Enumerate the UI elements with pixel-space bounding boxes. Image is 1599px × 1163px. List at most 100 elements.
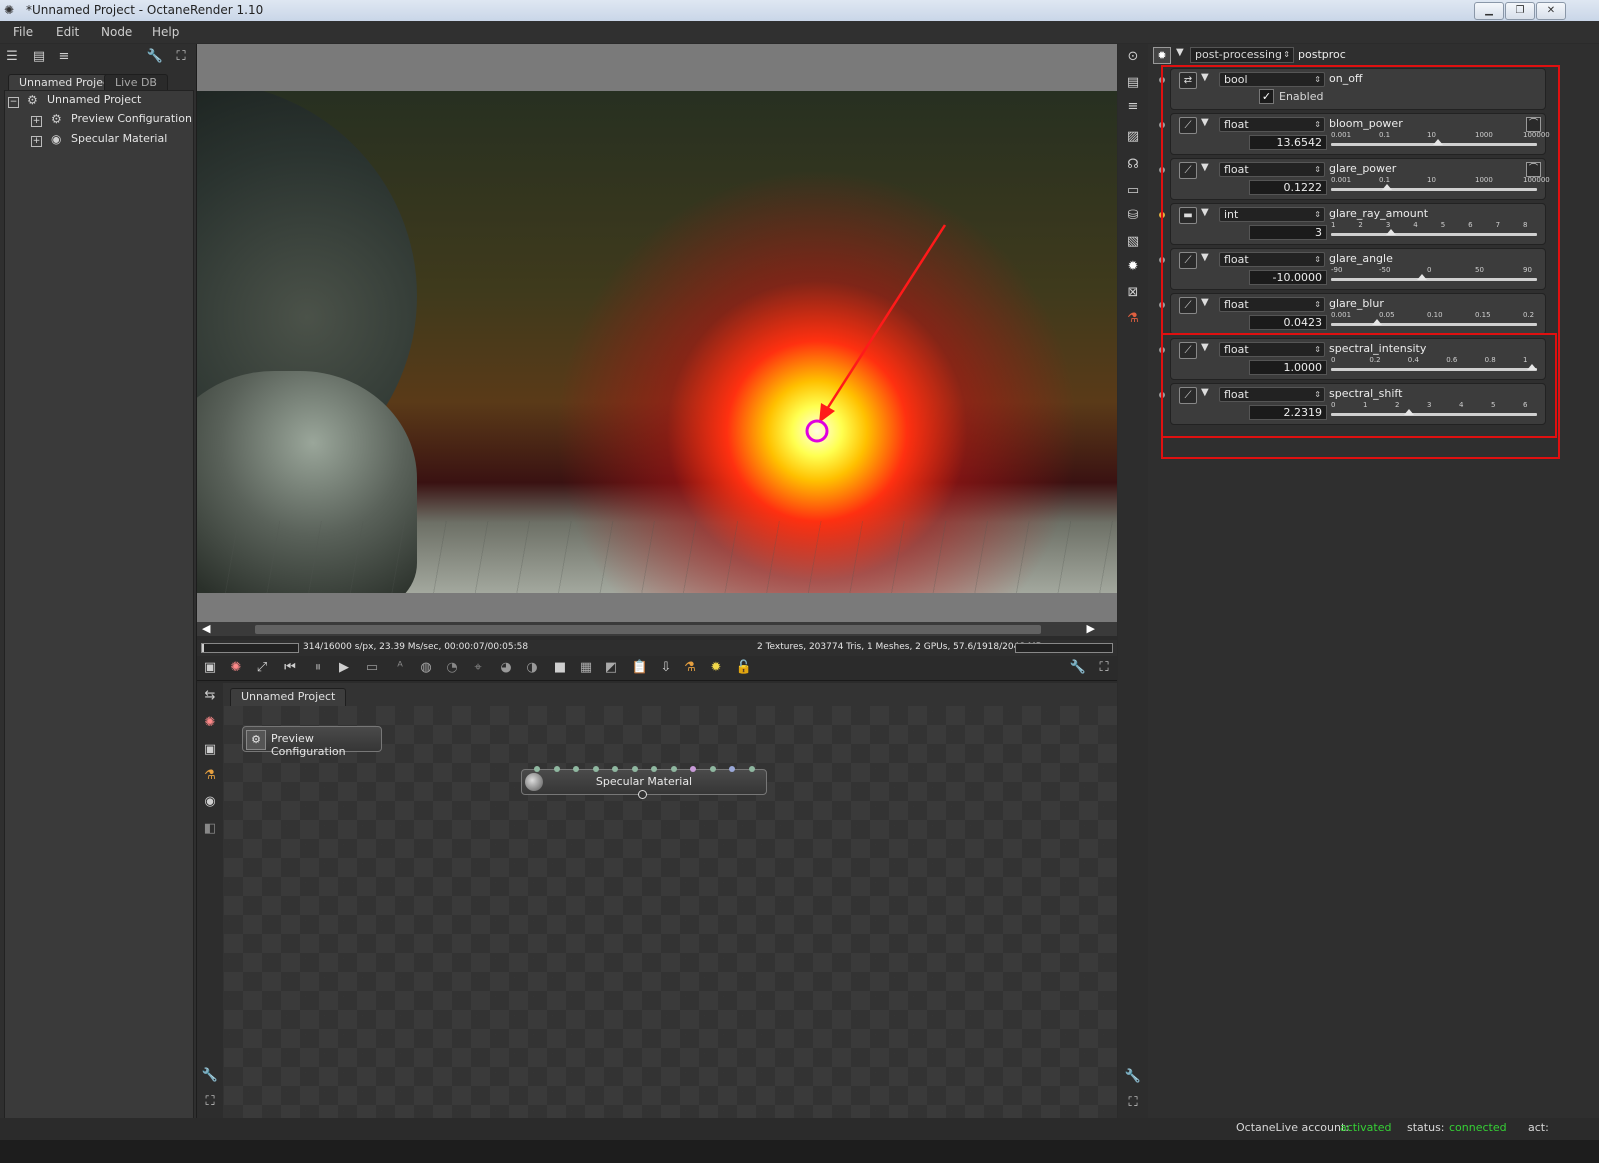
minimize-button[interactable]: ▁ xyxy=(1474,2,1504,20)
node-graph-toolbar: ⇆ ✺ ▣ ⚗ ◉ ◧ 🔧 ⛶ xyxy=(197,683,223,1118)
export-icon[interactable]: ⇩ xyxy=(657,659,675,677)
image-icon[interactable]: ▧ xyxy=(1124,233,1142,251)
autofocus-icon[interactable]: ᴬ xyxy=(391,659,409,677)
node-material-icon[interactable]: ⚗ xyxy=(201,767,219,785)
viewport-horizontal-scrollbar[interactable]: ◀ ▶ xyxy=(197,622,1117,636)
material-library-icon[interactable]: ⚗ xyxy=(681,659,699,677)
configuration-icon: ⚙ xyxy=(51,112,62,126)
node-texture-icon[interactable]: ◉ xyxy=(201,793,219,811)
material-picker-icon[interactable]: ◕ xyxy=(497,659,515,677)
menu-node[interactable]: Node xyxy=(101,25,132,39)
list-icon[interactable]: ≡ xyxy=(1124,98,1142,116)
node-canvas[interactable]: ⚙ Preview Configuration Specular Materia… xyxy=(224,706,1117,1118)
input-pin[interactable] xyxy=(534,766,540,772)
restart-render-icon[interactable]: ✺ xyxy=(227,659,245,677)
scroll-left-arrow-icon[interactable]: ◀ xyxy=(202,622,210,635)
camera-icon[interactable]: ⊙ xyxy=(1124,48,1142,66)
node-specular-material[interactable]: Specular Material xyxy=(521,766,767,799)
fullscreen-icon[interactable]: ⛶ xyxy=(172,48,190,66)
collapse-toggle[interactable]: − xyxy=(8,97,19,108)
tab-live-db[interactable]: Live DB xyxy=(104,74,168,91)
output-pin[interactable] xyxy=(638,790,647,799)
input-pin[interactable] xyxy=(690,766,696,772)
input-pin[interactable] xyxy=(612,766,618,772)
octane-app-icon: ✺ xyxy=(4,3,15,17)
input-pin[interactable] xyxy=(553,766,560,772)
post-processing-icon[interactable]: ✹ xyxy=(707,659,725,677)
tree-item-specular-material[interactable]: Specular Material xyxy=(71,130,167,148)
scroll-right-arrow-icon[interactable]: ▶ xyxy=(1087,622,1095,635)
close-button[interactable]: ✕ xyxy=(1536,2,1566,20)
project-icon: ⚙ xyxy=(27,93,38,107)
kernel-icon[interactable]: ☊ xyxy=(1124,156,1142,174)
render-viewport[interactable]: ◀ ▶ xyxy=(197,44,1117,636)
pause-icon[interactable]: ⏸ xyxy=(309,659,327,677)
layers-icon[interactable]: ▤ xyxy=(1124,74,1142,92)
alpha-icon[interactable]: ◩ xyxy=(602,659,620,677)
imager-icon[interactable]: ▭ xyxy=(1124,182,1142,200)
restore-button[interactable]: ❐ xyxy=(1505,2,1535,20)
outliner-layers-icon[interactable]: ▤ xyxy=(30,48,48,66)
object-picker-icon[interactable]: ◑ xyxy=(523,659,541,677)
expand-toggle[interactable]: + xyxy=(31,116,42,127)
color-picker-icon[interactable]: ◍ xyxy=(417,659,435,677)
render-target-icon[interactable]: ⊠ xyxy=(1124,284,1142,302)
highlight-box-spectral xyxy=(1161,333,1557,438)
tree-item-preview-configuration[interactable]: Preview Configuration xyxy=(71,110,192,128)
node-arrange-icon[interactable]: ⇆ xyxy=(201,687,219,705)
node-preview-configuration[interactable]: ⚙ Preview Configuration xyxy=(242,726,382,758)
checker-icon[interactable]: ▦ xyxy=(577,659,595,677)
rewind-icon[interactable]: ⏮ xyxy=(281,659,299,677)
recenter-view-icon[interactable]: ⤢ xyxy=(253,659,271,677)
focus-marker-circle xyxy=(805,419,829,443)
viewport-display-icon[interactable]: ▭ xyxy=(363,659,381,677)
material-icon[interactable]: ⚗ xyxy=(1124,310,1142,328)
input-pin[interactable] xyxy=(631,766,638,772)
wrench-icon[interactable]: 🔧 xyxy=(1069,659,1087,677)
window-title: *Unnamed Project - OctaneRender 1.10 xyxy=(26,3,264,17)
node-render-target-icon[interactable]: ✺ xyxy=(201,714,219,732)
white-balance-icon[interactable]: ◔ xyxy=(443,659,461,677)
taskbar-strip xyxy=(0,1140,1599,1163)
act-label: act: xyxy=(1528,1121,1549,1134)
outliner-list-icon[interactable]: ≡ xyxy=(55,48,73,66)
expand-toggle[interactable]: + xyxy=(31,136,42,147)
fullscreen-icon[interactable]: ⛶ xyxy=(1124,1094,1142,1112)
play-icon[interactable]: ▶ xyxy=(335,659,353,677)
render-status-line: 314/16000 s/px, 23.39 Ms/sec, 00:00:07/0… xyxy=(197,640,1117,656)
menu-edit[interactable]: Edit xyxy=(56,25,79,39)
collapse-triangle-icon[interactable]: ▼ xyxy=(1176,47,1184,58)
geometry-icon[interactable]: ⛁ xyxy=(1124,207,1142,225)
node-mesh-icon[interactable]: ▣ xyxy=(201,741,219,759)
fullscreen-icon[interactable]: ⛶ xyxy=(1095,659,1113,677)
fullscreen-icon[interactable]: ⛶ xyxy=(201,1093,219,1111)
render-image[interactable] xyxy=(197,91,1117,593)
post-processing-icon[interactable]: ✹ xyxy=(1124,258,1142,276)
lock-icon[interactable]: 🔓 xyxy=(735,659,753,677)
environment-icon[interactable]: ▨ xyxy=(1124,128,1142,146)
input-pin[interactable] xyxy=(573,766,579,772)
input-pin[interactable] xyxy=(748,766,755,772)
input-pin[interactable] xyxy=(709,766,716,772)
input-pin[interactable] xyxy=(670,766,677,772)
wrench-icon[interactable]: 🔧 xyxy=(1124,1068,1142,1086)
region-render-icon[interactable]: ■ xyxy=(551,659,569,677)
scrollbar-thumb[interactable] xyxy=(255,625,1041,634)
focus-picker-icon[interactable]: ⌖ xyxy=(469,659,487,677)
input-pin[interactable] xyxy=(592,766,599,772)
clipboard-icon[interactable]: 📋 xyxy=(631,659,649,677)
tab-node-graph-project[interactable]: Unnamed Project xyxy=(230,688,347,706)
save-render-icon[interactable]: ▣ xyxy=(201,659,219,677)
node-type-select[interactable]: post-processing ⇕ xyxy=(1190,47,1294,63)
tree-item-root[interactable]: Unnamed Project xyxy=(47,91,141,109)
status-label: status: xyxy=(1407,1121,1445,1134)
outliner-expand-icon[interactable]: ☰ xyxy=(3,48,21,66)
wrench-icon[interactable]: 🔧 xyxy=(201,1067,219,1085)
node-graph-editor: ⇆ ✺ ▣ ⚗ ◉ ◧ 🔧 ⛶ Unnamed Project ⚙ Previe… xyxy=(197,683,1117,1118)
node-emission-icon[interactable]: ◧ xyxy=(201,820,219,838)
input-pin[interactable] xyxy=(651,766,657,772)
menu-help[interactable]: Help xyxy=(152,25,179,39)
wrench-icon[interactable]: 🔧 xyxy=(146,48,164,66)
input-pin[interactable] xyxy=(729,766,735,772)
menu-file[interactable]: File xyxy=(13,25,33,39)
